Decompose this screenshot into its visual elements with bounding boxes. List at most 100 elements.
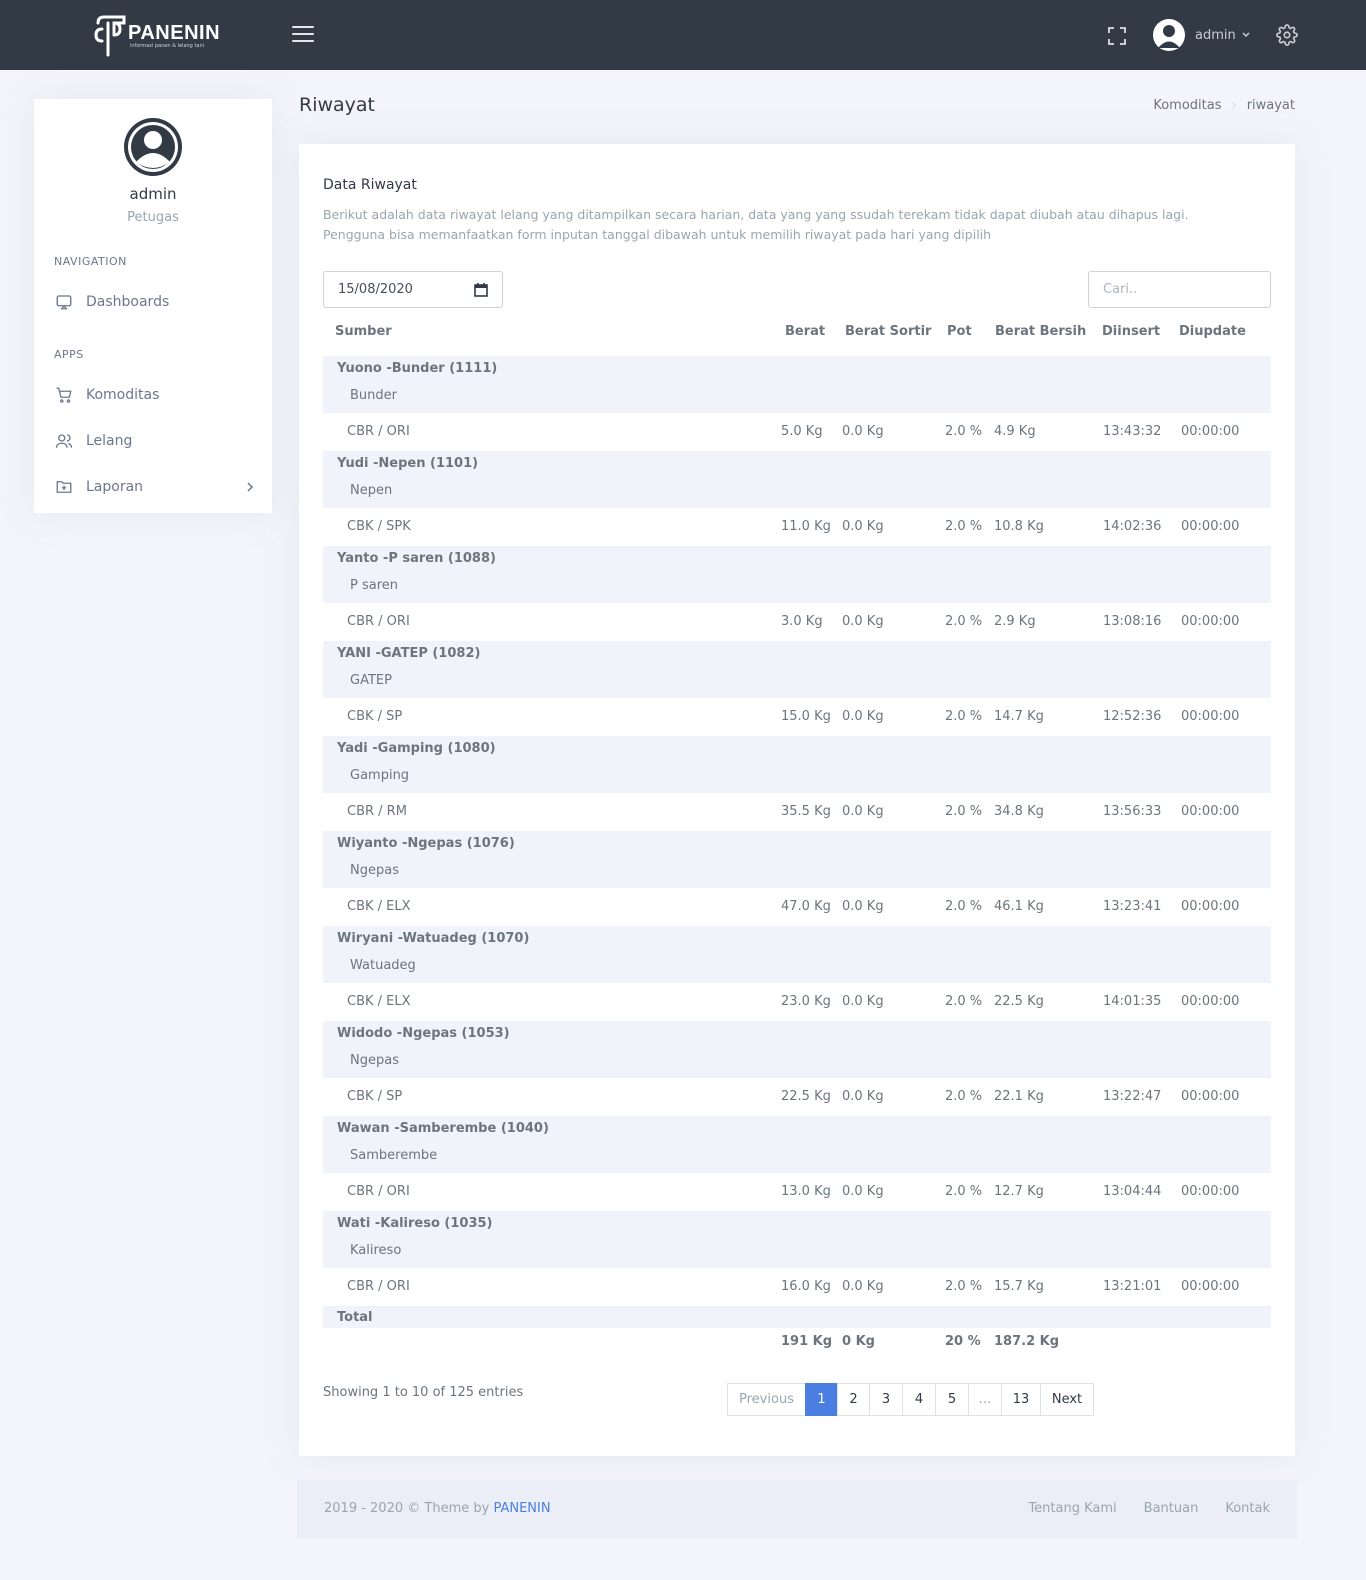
group-subtitle: Bunder [350,388,397,403]
page-button[interactable]: 2 [837,1383,870,1416]
cell-berat-bersih: 4.9 Kg [994,424,1036,439]
header-pot[interactable]: Pot [947,324,972,339]
group-subtitle: Ngepas [350,863,399,878]
sidebar-avatar [124,118,182,176]
cell-sumber: CBK / ELX [347,994,411,1009]
group-row: Wiyanto -Ngepas (1076) Ngepas [323,831,1271,888]
header-diinsert[interactable]: Diinsert [1102,324,1160,339]
cell-pot: 2.0 % [945,709,983,724]
footer-link-bantuan[interactable]: Bantuan [1144,1501,1199,1516]
folder-plus-icon [54,477,74,497]
cell-berat-sortir: 0.0 Kg [842,1279,884,1294]
cell-berat-bersih: 10.8 Kg [994,519,1044,534]
total-pot: 20 % [945,1334,981,1349]
header-berat[interactable]: Berat [785,324,825,339]
group-subtitle: Samberembe [350,1148,438,1163]
cell-berat-bersih: 14.7 Kg [994,709,1044,724]
cell-berat-bersih: 15.7 Kg [994,1279,1044,1294]
total-group-row: Total [323,1306,1271,1328]
sidebar-item-label: Komoditas [86,387,160,403]
footer-brand-link[interactable]: PANENIN [493,1501,550,1516]
page-ellipsis: … [968,1383,1002,1416]
group-title: Wiyanto -Ngepas (1076) [337,836,515,851]
cell-berat-bersih: 12.7 Kg [994,1184,1044,1199]
previous-button[interactable]: Previous [727,1383,806,1416]
table-row: CBK / ELX 47.0 Kg 0.0 Kg 2.0 % 46.1 Kg 13:23:… [323,888,1271,926]
table-body: Yuono -Bunder (1111) Bunder CBR / ORI 5.0 K… [323,356,1271,1306]
cell-diupdate: 00:00:00 [1181,804,1240,819]
breadcrumb-komoditas[interactable]: Komoditas [1153,98,1221,113]
cell-diinsert: 13:21:01 [1103,1279,1162,1294]
sidebar-item-dashboards[interactable]: Dashboards [54,291,254,313]
table-row: CBR / ORI 16.0 Kg 0.0 Kg 2.0 % 15.7 Kg 13:21:… [323,1268,1271,1306]
total-row: 191 Kg 0 Kg 20 % 187.2 Kg [323,1328,1271,1358]
brand-logo[interactable]: PANENIN informasi panen & lelang tani [94,15,220,57]
cell-diupdate: 00:00:00 [1181,1279,1240,1294]
sidebar-item-label: Laporan [86,479,144,495]
sidebar-item-lelang[interactable]: Lelang [54,430,254,452]
cell-pot: 2.0 % [945,899,983,914]
cell-berat: 5.0 Kg [781,424,823,439]
sidebar-item-komoditas[interactable]: Komoditas [54,384,254,406]
page-button[interactable]: 1 [805,1383,838,1416]
footer-link-kontak[interactable]: Kontak [1225,1501,1270,1516]
cell-diupdate: 00:00:00 [1181,519,1240,534]
cell-diinsert: 13:43:32 [1103,424,1162,439]
sidebar-user-role: Petugas [127,210,179,225]
sidebar-item-laporan[interactable]: Laporan [54,476,254,498]
group-title: Yuono -Bunder (1111) [337,361,498,376]
cell-berat-sortir: 0.0 Kg [842,709,884,724]
cell-berat-sortir: 0.0 Kg [842,519,884,534]
group-title: Yudi -Nepen (1101) [337,456,479,471]
group-subtitle: Kalireso [350,1243,402,1258]
cell-berat-bersih: 46.1 Kg [994,899,1044,914]
breadcrumb-current: riwayat [1246,98,1295,113]
sidebar-user-name: admin [129,185,177,203]
cell-pot: 2.0 % [945,1089,983,1104]
footer-link-tentang-kami[interactable]: Tentang Kami [1028,1501,1116,1516]
cell-berat: 3.0 Kg [781,614,823,629]
date-field[interactable]: 15/08/2020 [323,271,503,308]
group-row: Wati -Kalireso (1035) Kalireso [323,1211,1271,1268]
group-row: Yudi -Nepen (1101) Nepen [323,451,1271,508]
cell-pot: 2.0 % [945,519,983,534]
brand-name: PANENIN [128,22,221,44]
header-diupdate[interactable]: Diupdate [1179,324,1246,339]
chevron-down-icon [1242,32,1250,38]
group-subtitle: Gamping [350,768,410,783]
card-description-line-1: Berikut adalah data riwayat lelang yang … [323,207,1189,222]
table-row: CBK / SP 15.0 Kg 0.0 Kg 2.0 % 14.7 Kg 12:52:3… [323,698,1271,736]
user-menu[interactable]: admin [1153,18,1250,52]
table-header: Sumber Berat Berat Sortir Pot Berat Bers… [323,314,1271,356]
users-icon [54,431,74,451]
brand-tagline: informasi panen & lelang tani [130,43,205,49]
menu-toggle-icon[interactable] [292,26,314,44]
page-button[interactable]: 13 [1001,1383,1041,1416]
calendar-icon[interactable] [474,282,488,297]
gear-icon[interactable] [1276,24,1298,46]
cell-diinsert: 14:01:35 [1103,994,1162,1009]
date-value: 15/08/2020 [338,282,413,297]
group-subtitle: Ngepas [350,1053,399,1068]
page-button[interactable]: 5 [935,1383,969,1416]
card-description-line-2: Pengguna bisa memanfaatkan form inputan … [323,227,992,242]
breadcrumb: Komoditas › riwayat [1153,98,1295,113]
cell-berat: 11.0 Kg [781,519,831,534]
header-berat-sortir[interactable]: Berat Sortir [845,324,931,339]
page-button[interactable]: 4 [902,1383,936,1416]
entries-info: Showing 1 to 10 of 125 entries [323,1385,524,1400]
page-button[interactable]: 3 [869,1383,903,1416]
group-title: Yanto -P saren (1088) [337,551,496,566]
group-row: Widodo -Ngepas (1053) Ngepas [323,1021,1271,1078]
cell-berat-sortir: 0.0 Kg [842,1089,884,1104]
cell-pot: 2.0 % [945,1279,983,1294]
total-berat-bersih: 187.2 Kg [994,1334,1060,1349]
table-row: CBK / SPK 11.0 Kg 0.0 Kg 2.0 % 10.8 Kg 14:02:… [323,508,1271,546]
cell-sumber: CBK / SP [347,1089,403,1104]
header-berat-bersih[interactable]: Berat Bersih [995,324,1086,339]
breadcrumb-separator-icon: › [1231,98,1237,113]
next-button[interactable]: Next [1040,1383,1094,1416]
search-input[interactable] [1088,271,1271,308]
header-sumber[interactable]: Sumber [335,324,392,339]
fullscreen-icon[interactable] [1107,26,1127,46]
